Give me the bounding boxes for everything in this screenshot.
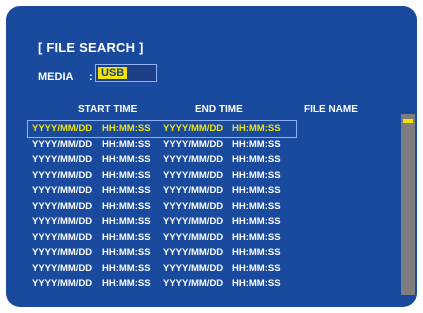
end-time: HH:MM:SS [232,123,281,134]
media-value: USB [98,67,128,79]
start-date: YYYY/MM/DD [32,154,93,165]
list-item[interactable]: YYYY/MM/DD HH:MM:SS YYYY/MM/DD HH:MM:SS [28,230,296,246]
start-time: HH:MM:SS [102,154,151,165]
end-time-header: END TIME [195,104,243,115]
list-item[interactable]: YYYY/MM/DD HH:MM:SS YYYY/MM/DD HH:MM:SS [28,137,296,153]
scrollbar[interactable] [401,114,415,295]
start-time: HH:MM:SS [102,216,151,227]
end-date: YYYY/MM/DD [163,123,224,134]
start-time: HH:MM:SS [102,262,151,274]
end-time: HH:MM:SS [232,262,281,274]
list-item[interactable]: YYYY/MM/DD HH:MM:SS YYYY/MM/DD HH:MM:SS [28,199,296,215]
end-time: HH:MM:SS [232,138,281,150]
list-item[interactable]: YYYY/MM/DD HH:MM:SS YYYY/MM/DD HH:MM:SS [28,261,296,277]
end-time: HH:MM:SS [232,200,281,212]
start-time: HH:MM:SS [102,200,151,212]
list-item[interactable]: YYYY/MM/DD HH:MM:SS YYYY/MM/DD HH:MM:SS [28,276,296,292]
start-date: YYYY/MM/DD [32,216,93,227]
list-item[interactable]: YYYY/MM/DD HH:MM:SS YYYY/MM/DD HH:MM:SS [28,183,296,199]
end-time: HH:MM:SS [232,154,281,165]
file-list: YYYY/MM/DD HH:MM:SS YYYY/MM/DD HH:MM:SS YYYY… [27,120,297,292]
media-label: MEDIA [38,71,74,83]
start-date: YYYY/MM/DD [32,200,93,212]
page-title: [ FILE SEARCH ] [38,40,144,55]
end-date: YYYY/MM/DD [163,231,224,243]
file-search-screen: [ FILE SEARCH ] MEDIA : USB START TIME E… [6,6,417,307]
start-date: YYYY/MM/DD [32,247,93,258]
start-date: YYYY/MM/DD [32,123,93,134]
end-date: YYYY/MM/DD [163,247,224,258]
start-time: HH:MM:SS [102,278,151,289]
media-select[interactable]: USB [95,64,157,82]
end-time: HH:MM:SS [232,247,281,258]
end-time: HH:MM:SS [232,185,281,196]
scroll-thumb[interactable] [403,119,413,123]
start-time: HH:MM:SS [102,123,151,134]
start-date: YYYY/MM/DD [32,262,93,274]
start-date: YYYY/MM/DD [32,138,93,150]
start-date: YYYY/MM/DD [32,231,93,243]
end-date: YYYY/MM/DD [163,185,224,196]
end-date: YYYY/MM/DD [163,200,224,212]
media-colon: : [89,71,93,83]
start-time: HH:MM:SS [102,247,151,258]
list-item[interactable]: YYYY/MM/DD HH:MM:SS YYYY/MM/DD HH:MM:SS [27,120,297,138]
start-date: YYYY/MM/DD [32,185,93,196]
start-time-header: START TIME [78,104,138,115]
end-date: YYYY/MM/DD [163,216,224,227]
end-date: YYYY/MM/DD [163,262,224,274]
start-date: YYYY/MM/DD [32,278,93,289]
start-date: YYYY/MM/DD [32,169,93,181]
list-item[interactable]: YYYY/MM/DD HH:MM:SS YYYY/MM/DD HH:MM:SS [28,152,296,168]
end-date: YYYY/MM/DD [163,278,224,289]
file-name-header: FILE NAME [304,104,358,115]
list-item[interactable]: YYYY/MM/DD HH:MM:SS YYYY/MM/DD HH:MM:SS [28,214,296,230]
end-date: YYYY/MM/DD [163,169,224,181]
end-date: YYYY/MM/DD [163,154,224,165]
start-time: HH:MM:SS [102,138,151,150]
list-item[interactable]: YYYY/MM/DD HH:MM:SS YYYY/MM/DD HH:MM:SS [28,245,296,261]
end-time: HH:MM:SS [232,216,281,227]
end-date: YYYY/MM/DD [163,138,224,150]
end-time: HH:MM:SS [232,169,281,181]
end-time: HH:MM:SS [232,231,281,243]
start-time: HH:MM:SS [102,169,151,181]
start-time: HH:MM:SS [102,185,151,196]
list-item[interactable]: YYYY/MM/DD HH:MM:SS YYYY/MM/DD HH:MM:SS [28,168,296,184]
end-time: HH:MM:SS [232,278,281,289]
start-time: HH:MM:SS [102,231,151,243]
